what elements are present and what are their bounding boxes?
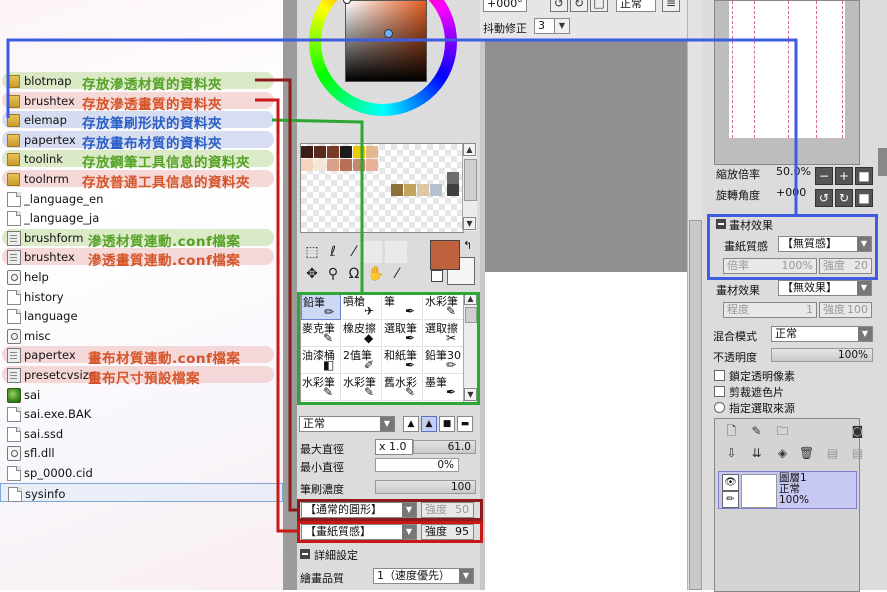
blue-connector [6, 38, 798, 214]
green-connector [271, 118, 364, 292]
annotation-connectors [6, 38, 798, 533]
darkred-connector [255, 78, 297, 512]
